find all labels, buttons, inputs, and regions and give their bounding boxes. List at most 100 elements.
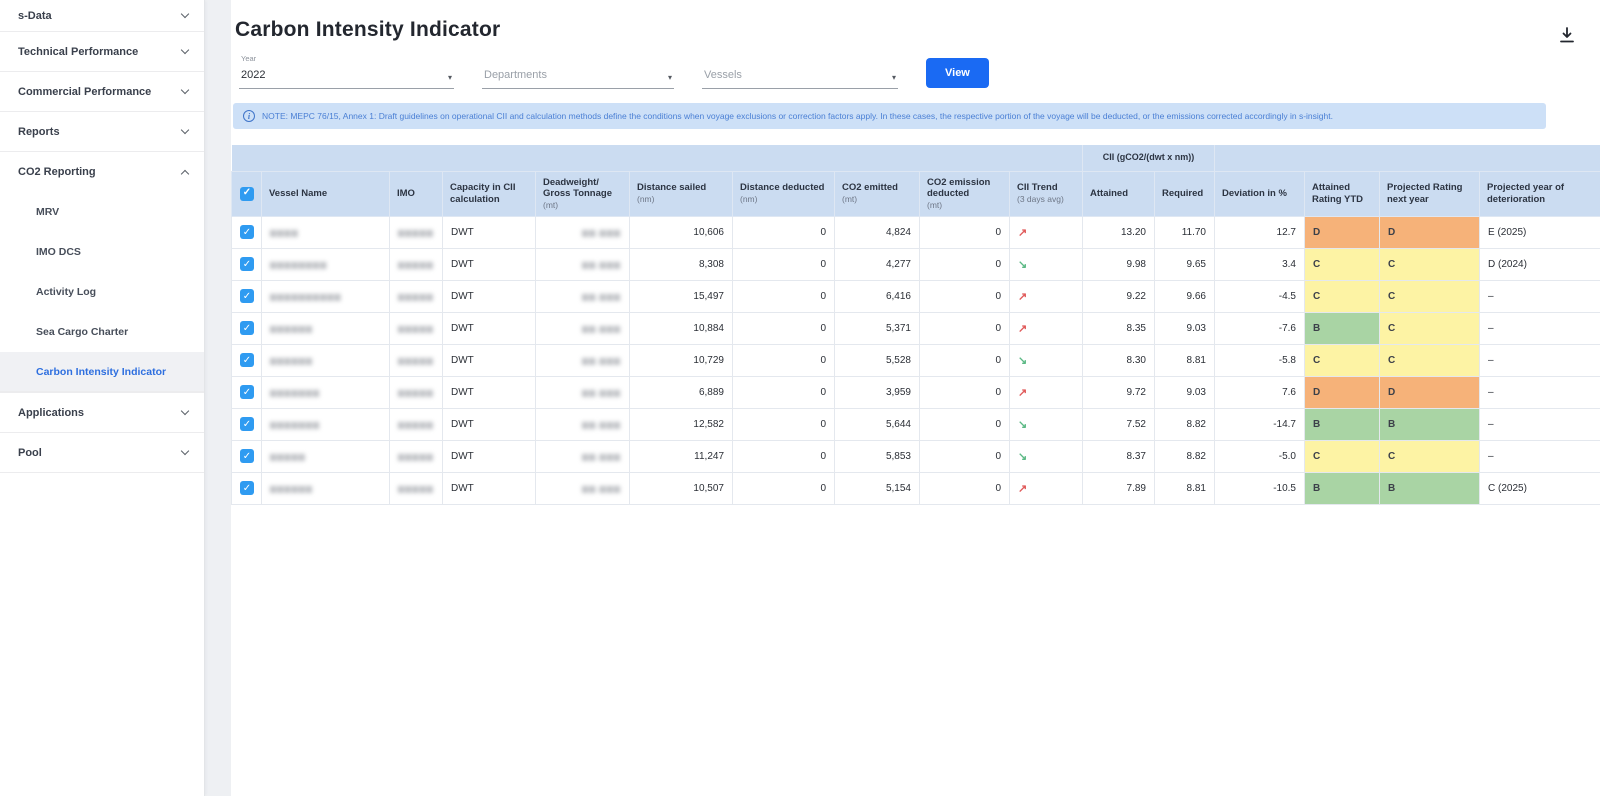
capacity-cell: DWT — [442, 311, 536, 345]
sidebar-item-sea-cargo-charter[interactable]: Sea Cargo Charter — [0, 312, 204, 352]
distance-deducted-cell: 0 — [732, 471, 835, 505]
col-attained[interactable]: Attained — [1082, 170, 1155, 217]
trend-arrow-icon: ↗ — [1018, 386, 1028, 399]
col-attained-rating[interactable]: Attained Rating YTD — [1304, 170, 1380, 217]
co2-emitted-cell: 5,853 — [834, 439, 920, 473]
projected-year-cell: C (2025) — [1479, 471, 1600, 505]
sidebar-item-label: s-Data — [18, 9, 52, 22]
distance-deducted-cell: 0 — [732, 279, 835, 313]
year-select[interactable]: Year 2022 ▾ — [239, 54, 454, 89]
sidebar-item-s-data[interactable]: s-Data — [0, 0, 204, 32]
attained-rating-cell: B — [1304, 407, 1380, 441]
distance-deducted-cell: 0 — [732, 215, 835, 249]
row-checkbox[interactable]: ✓ — [240, 481, 254, 496]
trend-arrow-icon: ↘ — [1018, 450, 1028, 463]
co2-reporting-submenu: MRV IMO DCS Activity Log Sea Cargo Chart… — [0, 192, 204, 393]
chevron-down-icon — [180, 406, 190, 416]
projected-rating-cell: C — [1379, 439, 1480, 473]
distance-deducted-cell: 0 — [732, 247, 835, 281]
sidebar-item-activity-log[interactable]: Activity Log — [0, 272, 204, 312]
col-imo[interactable]: IMO — [389, 170, 443, 217]
select-all-checkbox[interactable]: ✓ — [240, 186, 254, 201]
trend-arrow-icon: ↘ — [1018, 354, 1028, 367]
sidebar-item-pool[interactable]: Pool — [0, 433, 204, 473]
col-cii-trend[interactable]: CII Trend (3 days avg) — [1009, 170, 1083, 217]
attained-rating-cell: D — [1304, 375, 1380, 409]
vessel-name-cell: ▆▆▆▆▆▆▆▆▆▆ — [261, 279, 390, 313]
required-cell: 8.81 — [1154, 471, 1215, 505]
col-deadweight[interactable]: Deadweight/ Gross Tonnage (mt) — [535, 170, 630, 217]
sidebar-item-commercial-performance[interactable]: Commercial Performance — [0, 72, 204, 112]
deviation-cell: 12.7 — [1214, 215, 1305, 249]
download-icon[interactable] — [1556, 24, 1578, 46]
attained-cell: 13.20 — [1082, 215, 1155, 249]
row-checkbox[interactable]: ✓ — [240, 257, 254, 272]
capacity-cell: DWT — [442, 343, 536, 377]
col-projected-year[interactable]: Projected year of deterioration — [1479, 170, 1600, 217]
trend-cell: ↘ — [1009, 343, 1083, 377]
row-checkbox[interactable]: ✓ — [240, 353, 254, 368]
col-distance-sailed[interactable]: Distance sailed (nm) — [629, 170, 733, 217]
row-checkbox[interactable]: ✓ — [240, 289, 254, 304]
projected-rating-cell: B — [1379, 471, 1480, 505]
sidebar-item-carbon-intensity-indicator[interactable]: Carbon Intensity Indicator — [0, 352, 204, 392]
required-cell: 9.66 — [1154, 279, 1215, 313]
sidebar-subitem-label: Activity Log — [36, 286, 97, 298]
distance-sailed-cell: 15,497 — [629, 279, 733, 313]
co2-deducted-cell: 0 — [919, 311, 1010, 345]
imo-cell: ▆▆▆▆▆ — [389, 247, 443, 281]
col-required[interactable]: Required — [1154, 170, 1215, 217]
deviation-cell: -14.7 — [1214, 407, 1305, 441]
col-distance-deducted[interactable]: Distance deducted (nm) — [732, 170, 835, 217]
projected-rating-cell: C — [1379, 343, 1480, 377]
cii-table: CII (gCO2/(dwt x nm)) ✓ Vessel Name IMO … — [231, 145, 1600, 505]
col-deviation[interactable]: Deviation in % — [1214, 170, 1305, 217]
col-capacity[interactable]: Capacity in CII calculation — [442, 170, 536, 217]
sidebar-item-co2-reporting[interactable]: CO2 Reporting — [0, 152, 204, 192]
table-header-row: ✓ Vessel Name IMO Capacity in CII calcul… — [231, 170, 1600, 217]
distance-sailed-cell: 11,247 — [629, 439, 733, 473]
row-select-cell: ✓ — [231, 311, 262, 345]
distance-deducted-cell: 0 — [732, 407, 835, 441]
distance-deducted-cell: 0 — [732, 439, 835, 473]
col-projected-rating[interactable]: Projected Rating next year — [1379, 170, 1480, 217]
chevron-down-icon — [180, 85, 190, 95]
departments-select[interactable]: Departments ▾ — [482, 63, 674, 89]
distance-sailed-cell: 12,582 — [629, 407, 733, 441]
projected-year-cell: – — [1479, 407, 1600, 441]
deviation-cell: -7.6 — [1214, 311, 1305, 345]
co2-deducted-cell: 0 — [919, 279, 1010, 313]
table-row: ✓ ▆▆▆▆▆▆ ▆▆▆▆▆ DWT ▆▆,▆▆▆ 10,884 0 5,371… — [231, 311, 1600, 345]
col-vessel-name[interactable]: Vessel Name — [261, 170, 390, 217]
sidebar-item-technical-performance[interactable]: Technical Performance — [0, 32, 204, 72]
required-cell: 9.03 — [1154, 375, 1215, 409]
col-co2-emitted[interactable]: CO2 emitted (mt) — [834, 170, 920, 217]
row-checkbox[interactable]: ✓ — [240, 385, 254, 400]
projected-rating-cell: C — [1379, 311, 1480, 345]
vessels-select[interactable]: Vessels ▾ — [702, 63, 898, 89]
row-checkbox[interactable]: ✓ — [240, 449, 254, 464]
col-co2-deducted[interactable]: CO2 emission deducted (mt) — [919, 170, 1010, 217]
co2-deducted-cell: 0 — [919, 471, 1010, 505]
sidebar-item-imo-dcs[interactable]: IMO DCS — [0, 232, 204, 272]
row-checkbox[interactable]: ✓ — [240, 417, 254, 432]
table-row: ✓ ▆▆▆▆▆▆ ▆▆▆▆▆ DWT ▆▆,▆▆▆ 10,507 0 5,154… — [231, 471, 1600, 505]
row-checkbox[interactable]: ✓ — [240, 225, 254, 240]
projected-year-cell: D (2024) — [1479, 247, 1600, 281]
trend-arrow-icon: ↗ — [1018, 290, 1028, 303]
app-window: s-Data Technical Performance Commercial … — [0, 0, 1600, 796]
co2-emitted-cell: 5,528 — [834, 343, 920, 377]
trend-arrow-icon: ↗ — [1018, 226, 1028, 239]
row-checkbox[interactable]: ✓ — [240, 321, 254, 336]
page-title: Carbon Intensity Indicator — [235, 18, 501, 41]
row-select-cell: ✓ — [231, 215, 262, 249]
group-header-spacer — [1214, 145, 1600, 171]
required-cell: 9.65 — [1154, 247, 1215, 281]
attained-rating-cell: C — [1304, 439, 1380, 473]
view-button[interactable]: View — [926, 58, 989, 88]
sidebar-item-reports[interactable]: Reports — [0, 112, 204, 152]
sidebar-item-applications[interactable]: Applications — [0, 393, 204, 433]
required-cell: 8.81 — [1154, 343, 1215, 377]
distance-sailed-cell: 10,729 — [629, 343, 733, 377]
sidebar-item-mrv[interactable]: MRV — [0, 192, 204, 232]
